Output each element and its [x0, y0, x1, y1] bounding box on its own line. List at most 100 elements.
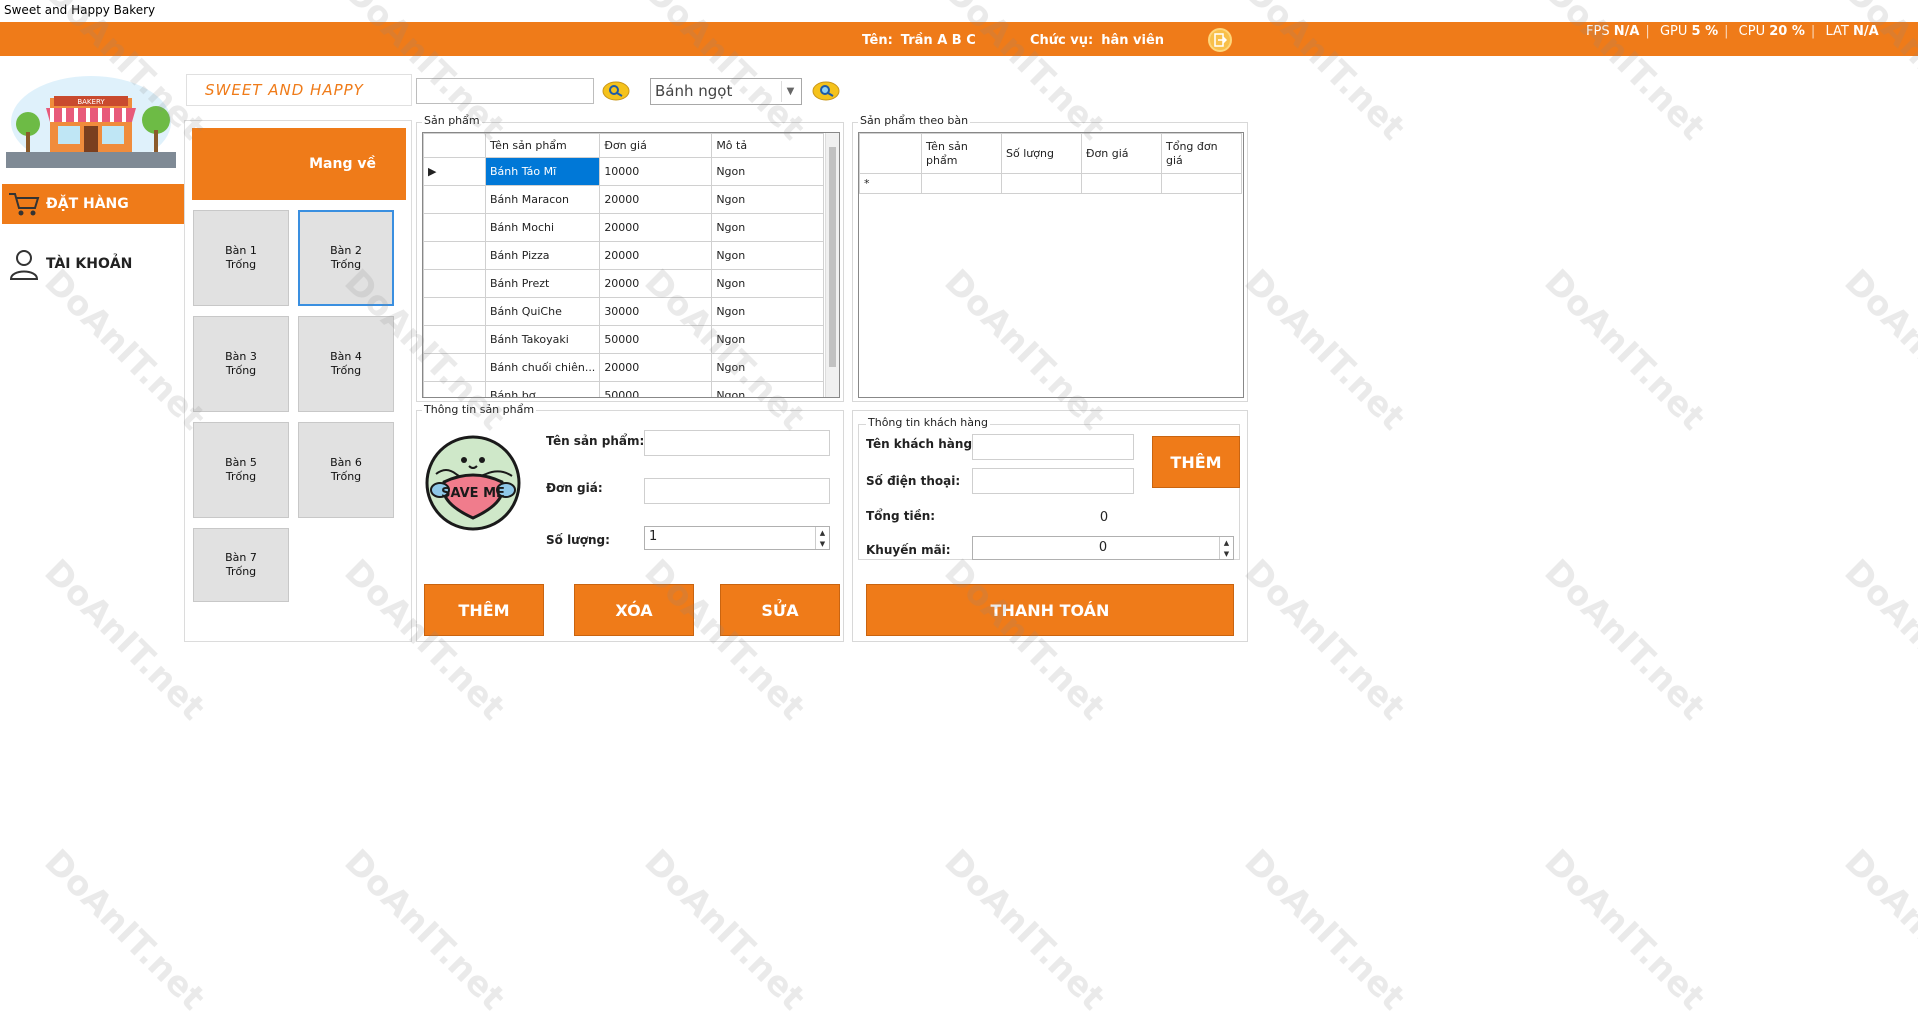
- cell[interactable]: 50000: [599, 381, 713, 397]
- table-status: Trống: [330, 364, 362, 377]
- cell[interactable]: Ngon: [711, 213, 825, 242]
- column-header[interactable]: Tổng đơn giá: [1161, 133, 1242, 174]
- down-arrow-icon[interactable]: ▼: [1224, 550, 1229, 558]
- cell[interactable]: Bánh Takoyaki: [484, 325, 601, 354]
- cell[interactable]: Bánh Maracon: [484, 185, 601, 214]
- column-header[interactable]: Số lượng: [1001, 133, 1082, 174]
- customer-name-field[interactable]: [972, 434, 1134, 460]
- cell[interactable]: Ngon: [711, 241, 825, 270]
- cell[interactable]: Ngon: [711, 381, 825, 397]
- watermark: DoAnIT.net: [1536, 551, 1713, 729]
- cell[interactable]: Bánh Mochi: [484, 213, 601, 242]
- cell[interactable]: Bánh chuối chiên...: [484, 353, 601, 382]
- search-button[interactable]: [600, 78, 632, 104]
- down-arrow-icon[interactable]: ▼: [820, 540, 825, 548]
- table-status: Trống: [225, 470, 257, 483]
- table-row[interactable]: Bánh Maracon 20000 Ngon: [423, 185, 825, 214]
- table-row[interactable]: Bánh Mochi 20000 Ngon: [423, 213, 825, 242]
- table-button-2[interactable]: Bàn 2 Trống: [298, 210, 394, 306]
- search-input[interactable]: [416, 78, 594, 104]
- table-row[interactable]: Bánh Prezt 20000 Ngon: [423, 269, 825, 298]
- table-button-7[interactable]: Bàn 7 Trống: [193, 528, 289, 602]
- cell[interactable]: 20000: [599, 213, 713, 242]
- table-row[interactable]: Bánh bơ 50000 Ngon: [423, 381, 825, 397]
- checkout-button[interactable]: THANH TOÁN: [866, 584, 1234, 636]
- column-header[interactable]: Mô tả: [711, 133, 825, 158]
- table-products-group-title: Sản phẩm theo bàn: [858, 114, 971, 127]
- column-header[interactable]: Tên sản phẩm: [921, 133, 1002, 174]
- filter-button[interactable]: [810, 78, 842, 104]
- total-label: Tổng tiền:: [866, 509, 936, 523]
- cell[interactable]: 20000: [599, 353, 713, 382]
- table-row[interactable]: Bánh Takoyaki 50000 Ngon: [423, 325, 825, 354]
- table-button-5[interactable]: Bàn 5 Trống: [193, 422, 289, 518]
- cell[interactable]: [1001, 173, 1082, 194]
- watermark: DoAnIT.net: [636, 841, 813, 1019]
- cell[interactable]: Ngon: [711, 157, 825, 186]
- add-customer-button[interactable]: THÊM: [1152, 436, 1240, 488]
- table-row[interactable]: Bánh Pizza 20000 Ngon: [423, 241, 825, 270]
- table-button-6[interactable]: Bàn 6 Trống: [298, 422, 394, 518]
- nav-account[interactable]: TÀI KHOẢN: [2, 244, 184, 284]
- row-header: [423, 213, 486, 242]
- category-select[interactable]: Bánh ngọt ▼: [650, 78, 802, 105]
- stepper-arrows[interactable]: ▲ ▼: [1219, 537, 1233, 559]
- cell[interactable]: Bánh Prezt: [484, 269, 601, 298]
- perf-stats: FPS N/A | GPU 5 % | CPU 20 % | LAT N/A: [1586, 24, 1879, 39]
- delete-product-button[interactable]: XÓA: [574, 584, 694, 636]
- cell[interactable]: Ngon: [711, 353, 825, 382]
- edit-product-button[interactable]: SỬA: [720, 584, 840, 636]
- product-name-field[interactable]: [644, 430, 830, 456]
- cell[interactable]: [1161, 173, 1242, 194]
- cell[interactable]: Bánh QuiChe: [484, 297, 601, 326]
- filter-search-icon: [812, 81, 840, 101]
- up-arrow-icon[interactable]: ▲: [820, 529, 825, 537]
- table-button-4[interactable]: Bàn 4 Trống: [298, 316, 394, 412]
- cell[interactable]: 20000: [599, 241, 713, 270]
- cell[interactable]: 50000: [599, 325, 713, 354]
- table-row[interactable]: Bánh QuiChe 30000 Ngon: [423, 297, 825, 326]
- cell[interactable]: 20000: [599, 185, 713, 214]
- cell[interactable]: Bánh bơ: [484, 381, 601, 397]
- discount-stepper[interactable]: 0 ▲ ▼: [972, 536, 1234, 560]
- quantity-value: 1: [649, 529, 658, 544]
- cell[interactable]: Bánh Táo Mĩ: [484, 157, 601, 186]
- table-name: Bàn 5: [225, 456, 257, 469]
- new-row[interactable]: *: [859, 173, 1242, 194]
- column-header[interactable]: Tên sản phẩm: [484, 133, 601, 158]
- cell[interactable]: Bánh Pizza: [484, 241, 601, 270]
- column-header[interactable]: Đơn giá: [1081, 133, 1162, 174]
- scrollbar-thumb[interactable]: [829, 147, 836, 367]
- watermark: DoAnIT.net: [1536, 261, 1713, 439]
- cell[interactable]: Ngon: [711, 325, 825, 354]
- quantity-stepper[interactable]: 1 ▲ ▼: [644, 526, 830, 550]
- customer-phone-field[interactable]: [972, 468, 1134, 494]
- cell[interactable]: 20000: [599, 269, 713, 298]
- cell[interactable]: [1081, 173, 1162, 194]
- up-arrow-icon[interactable]: ▲: [1224, 539, 1229, 547]
- product-price-field[interactable]: [644, 478, 830, 504]
- nav-order[interactable]: ĐẶT HÀNG: [2, 184, 184, 224]
- column-header[interactable]: Đơn giá: [599, 133, 713, 158]
- products-scrollbar[interactable]: [825, 133, 839, 397]
- row-header: [423, 381, 486, 397]
- takeaway-button[interactable]: Mang về: [192, 128, 406, 200]
- table-products-grid[interactable]: Tên sản phẩm Số lượng Đơn giá Tổng đơn g…: [858, 132, 1244, 398]
- watermark: DoAnIT.net: [1236, 261, 1413, 439]
- row-pointer-icon: ▶: [423, 157, 486, 186]
- cell[interactable]: 10000: [599, 157, 713, 186]
- add-product-button[interactable]: THÊM: [424, 584, 544, 636]
- cell[interactable]: Ngon: [711, 185, 825, 214]
- cell[interactable]: Ngon: [711, 297, 825, 326]
- table-button-3[interactable]: Bàn 3 Trống: [193, 316, 289, 412]
- cell[interactable]: [921, 173, 1002, 194]
- cell[interactable]: Ngon: [711, 269, 825, 298]
- logout-button[interactable]: [1208, 28, 1232, 52]
- table-button-1[interactable]: Bàn 1 Trống: [193, 210, 289, 306]
- brand-title: SWEET AND HAPPY: [186, 74, 412, 106]
- table-row[interactable]: ▶ Bánh Táo Mĩ 10000 Ngon: [423, 157, 825, 186]
- table-row[interactable]: Bánh chuối chiên... 20000 Ngon: [423, 353, 825, 382]
- products-grid[interactable]: Tên sản phẩm Đơn giá Mô tả ▶ Bánh Táo Mĩ 1…: [422, 132, 840, 398]
- stepper-arrows[interactable]: ▲ ▼: [815, 527, 829, 549]
- cell[interactable]: 30000: [599, 297, 713, 326]
